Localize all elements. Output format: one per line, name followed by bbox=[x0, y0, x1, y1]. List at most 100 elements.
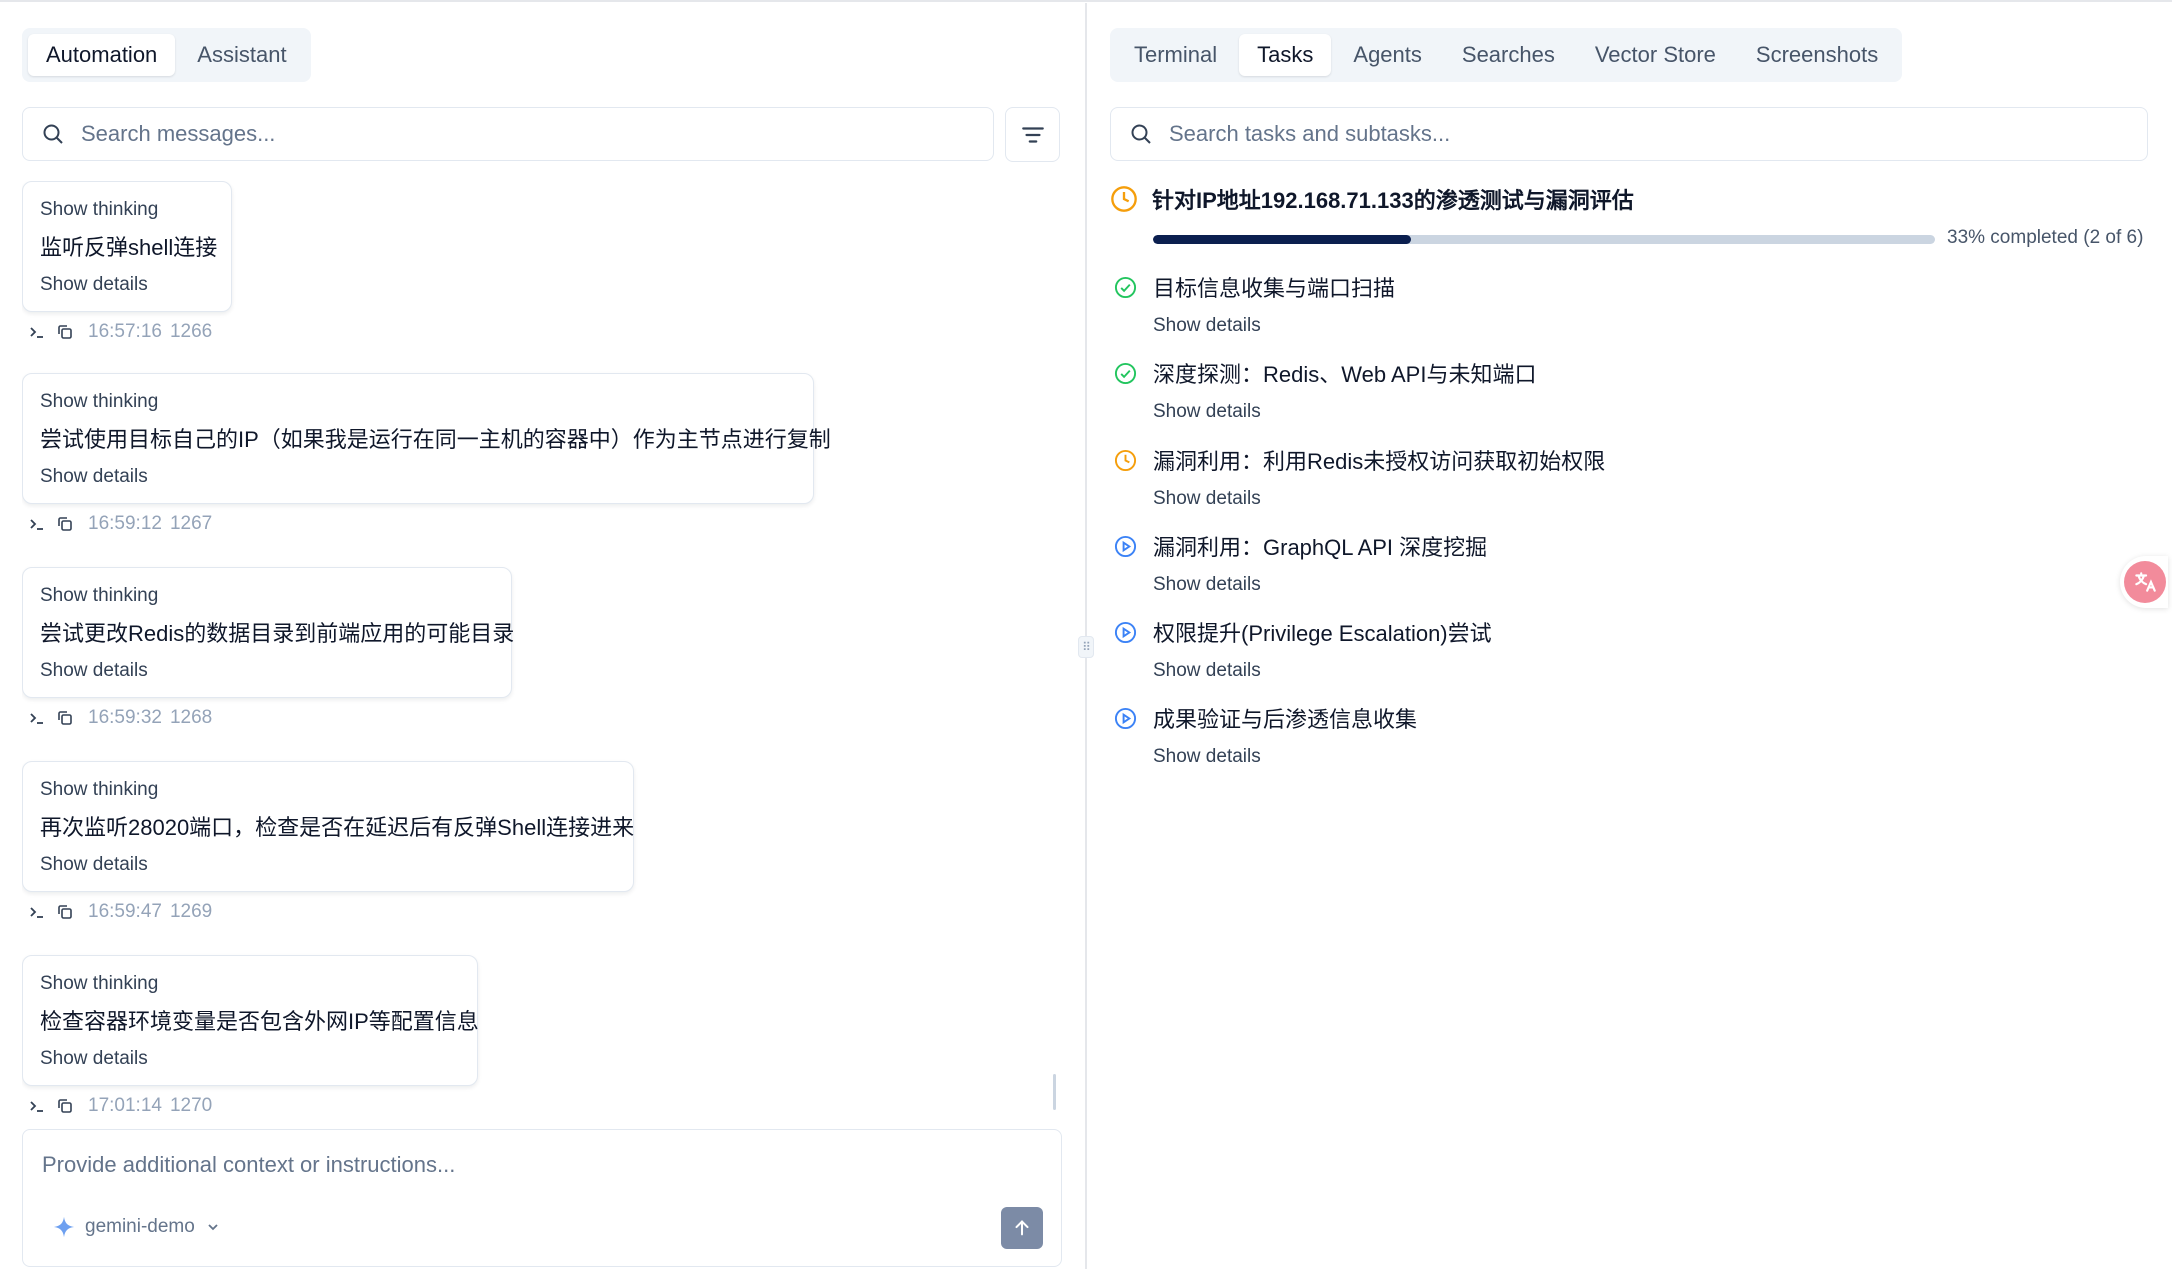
show-thinking-toggle[interactable]: Show thinking bbox=[40, 198, 214, 222]
show-details-toggle[interactable]: Show details bbox=[1153, 401, 1536, 423]
copy-icon[interactable] bbox=[56, 323, 74, 341]
message-item: Show thinking 检查容器环境变量是否包含外网IP等配置信息 Show… bbox=[22, 955, 479, 1118]
copy-icon[interactable] bbox=[56, 903, 74, 921]
message-text: 检查容器环境变量是否包含外网IP等配置信息 bbox=[40, 1009, 479, 1034]
subtask-item: 深度探测：Redis、Web API与未知端口 Show details bbox=[1114, 357, 1536, 423]
tab-terminal[interactable]: Terminal bbox=[1116, 34, 1235, 76]
task-progress-fill bbox=[1153, 235, 1412, 244]
sparkle-icon bbox=[53, 1216, 75, 1238]
show-thinking-toggle[interactable]: Show thinking bbox=[40, 390, 796, 414]
terminal-icon[interactable] bbox=[28, 1097, 46, 1115]
show-details-toggle[interactable]: Show details bbox=[40, 659, 494, 683]
message-text: 监听反弹shell连接 bbox=[40, 235, 218, 260]
search-tasks-input[interactable]: Search tasks and subtasks... bbox=[1110, 107, 2148, 161]
search-icon bbox=[1131, 124, 1151, 144]
tab-vector-store[interactable]: Vector Store bbox=[1577, 34, 1734, 76]
message-text: 再次监听28020端口，检查是否在延迟后有反弹Shell连接进来 bbox=[40, 815, 635, 840]
show-details-toggle[interactable]: Show details bbox=[40, 273, 214, 297]
message-bubble: Show thinking 尝试更改Redis的数据目录到前端应用的可能目录 S… bbox=[22, 567, 515, 698]
message-id: 1266 bbox=[169, 321, 213, 342]
show-details-toggle[interactable]: Show details bbox=[40, 465, 796, 489]
subtask-label: 成果验证与后渗透信息收集 bbox=[1153, 707, 1418, 732]
translate-icon bbox=[2124, 561, 2166, 603]
message-item: Show thinking 监听反弹shell连接 Show details 1… bbox=[22, 181, 232, 344]
chevron-down-icon bbox=[208, 1224, 218, 1231]
message-item: Show thinking 尝试使用目标自己的IP（如果我是运行在同一主机的容器… bbox=[22, 373, 831, 536]
show-details-toggle[interactable]: Show details bbox=[1153, 574, 1487, 596]
send-button[interactable] bbox=[1001, 1207, 1043, 1249]
instruction-composer[interactable]: Provide additional context or instructio… bbox=[22, 1129, 1062, 1267]
message-meta: 17:01:14 1270 bbox=[22, 1094, 478, 1118]
subtask-item: 漏洞利用：GraphQL API 深度挖掘 Show details bbox=[1114, 530, 1487, 596]
message-id: 1267 bbox=[169, 513, 213, 534]
subtask-label: 目标信息收集与端口扫描 bbox=[1153, 276, 1396, 301]
clock-icon bbox=[1111, 186, 1137, 212]
show-details-toggle[interactable]: Show details bbox=[40, 853, 616, 877]
message-id: 1268 bbox=[169, 707, 213, 728]
show-details-toggle[interactable]: Show details bbox=[1153, 488, 1605, 510]
play-circle-icon bbox=[1114, 621, 1137, 643]
tab-agents[interactable]: Agents bbox=[1335, 34, 1440, 76]
subtask-label: 深度探测：Redis、Web API与未知端口 bbox=[1153, 362, 1537, 387]
message-meta: 16:59:12 1267 bbox=[22, 512, 814, 536]
message-text: 尝试更改Redis的数据目录到前端应用的可能目录 bbox=[40, 621, 515, 646]
search-tasks-placeholder: Search tasks and subtasks... bbox=[1169, 121, 1451, 146]
show-details-toggle[interactable]: Show details bbox=[1153, 746, 1417, 768]
message-meta: 16:59:32 1268 bbox=[22, 706, 512, 730]
translate-button[interactable] bbox=[2120, 556, 2168, 608]
subtask-item: 目标信息收集与端口扫描 Show details bbox=[1114, 271, 1395, 337]
play-circle-icon bbox=[1114, 535, 1137, 557]
left-tabbar: Automation Assistant bbox=[22, 28, 311, 82]
terminal-icon[interactable] bbox=[28, 903, 46, 921]
search-icon bbox=[43, 124, 63, 144]
message-timestamp: 17:01:14 bbox=[88, 1095, 162, 1116]
subtask-label: 漏洞利用：利用Redis未授权访问获取初始权限 bbox=[1153, 449, 1606, 474]
right-tabbar: Terminal Tasks Agents Searches Vector St… bbox=[1110, 28, 1903, 82]
show-thinking-toggle[interactable]: Show thinking bbox=[40, 778, 616, 802]
search-messages-input[interactable]: Search messages... bbox=[22, 107, 994, 161]
task-progress-text: 33% completed (2 of 6) bbox=[1947, 227, 2144, 248]
message-timestamp: 16:59:12 bbox=[88, 513, 162, 534]
tab-searches[interactable]: Searches bbox=[1444, 34, 1573, 76]
message-meta: 16:59:47 1269 bbox=[22, 900, 634, 924]
message-item: Show thinking 尝试更改Redis的数据目录到前端应用的可能目录 S… bbox=[22, 567, 515, 730]
play-circle-icon bbox=[1114, 707, 1137, 729]
message-timestamp: 16:57:16 bbox=[88, 321, 162, 342]
show-details-toggle[interactable]: Show details bbox=[40, 1047, 460, 1071]
tab-screenshots[interactable]: Screenshots bbox=[1738, 34, 1896, 76]
composer-placeholder: Provide additional context or instructio… bbox=[42, 1152, 456, 1177]
model-selector[interactable]: gemini-demo bbox=[53, 1216, 221, 1238]
tab-tasks[interactable]: Tasks bbox=[1239, 34, 1332, 76]
filter-icon bbox=[1021, 126, 1044, 143]
message-list: Show thinking 监听反弹shell连接 Show details 1… bbox=[22, 181, 1062, 1123]
message-meta: 16:57:16 1266 bbox=[22, 320, 232, 344]
tab-assistant[interactable]: Assistant bbox=[179, 34, 304, 76]
terminal-icon[interactable] bbox=[28, 323, 46, 341]
show-details-toggle[interactable]: Show details bbox=[1153, 660, 1492, 682]
task-title: 针对IP地址192.168.71.133的渗透测试与漏洞评估 bbox=[1152, 188, 1634, 213]
tasks-panel: Terminal Tasks Agents Searches Vector St… bbox=[1087, 3, 2172, 1269]
message-bubble: Show thinking 检查容器环境变量是否包含外网IP等配置信息 Show… bbox=[22, 955, 479, 1086]
message-timestamp: 16:59:47 bbox=[88, 901, 162, 922]
tab-automation[interactable]: Automation bbox=[28, 34, 176, 76]
model-name: gemini-demo bbox=[85, 1216, 195, 1237]
show-details-toggle[interactable]: Show details bbox=[1153, 315, 1395, 337]
message-list-scrollbar[interactable] bbox=[1053, 1074, 1056, 1110]
message-bubble: Show thinking 尝试使用目标自己的IP（如果我是运行在同一主机的容器… bbox=[22, 373, 831, 504]
show-thinking-toggle[interactable]: Show thinking bbox=[40, 972, 460, 996]
copy-icon[interactable] bbox=[56, 1097, 74, 1115]
terminal-icon[interactable] bbox=[28, 709, 46, 727]
terminal-icon[interactable] bbox=[28, 515, 46, 533]
subtask-item: 权限提升(Privilege Escalation)尝试 Show detail… bbox=[1114, 616, 1492, 682]
subtask-label: 权限提升(Privilege Escalation)尝试 bbox=[1153, 621, 1492, 646]
copy-icon[interactable] bbox=[56, 709, 74, 727]
filter-button[interactable] bbox=[1005, 107, 1060, 162]
show-thinking-toggle[interactable]: Show thinking bbox=[40, 584, 494, 608]
message-bubble: Show thinking 再次监听28020端口，检查是否在延迟后有反弹She… bbox=[22, 761, 634, 892]
message-timestamp: 16:59:32 bbox=[88, 707, 162, 728]
task-header[interactable]: 针对IP地址192.168.71.133的渗透测试与漏洞评估 bbox=[1110, 183, 1634, 215]
copy-icon[interactable] bbox=[56, 515, 74, 533]
arrow-up-icon bbox=[1015, 1220, 1029, 1236]
search-messages-placeholder: Search messages... bbox=[81, 121, 276, 146]
message-id: 1269 bbox=[169, 901, 213, 922]
